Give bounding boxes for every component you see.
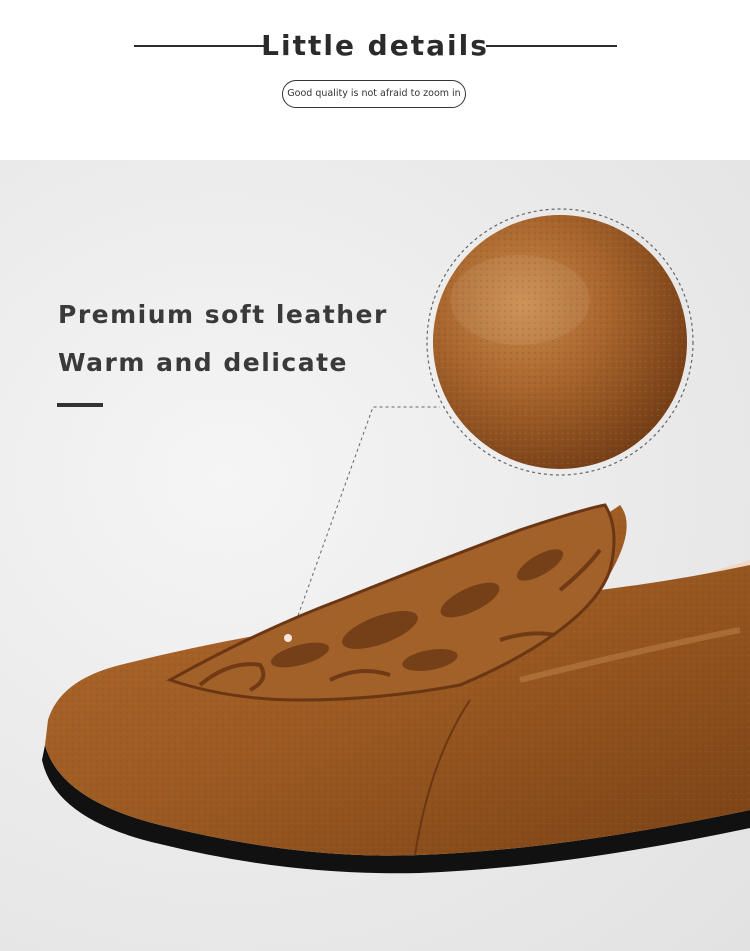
- title-rule-right: [486, 45, 617, 47]
- leather-zoom-circle: [426, 208, 694, 476]
- shoe-illustration: [42, 208, 750, 874]
- product-detail-stage: Premium soft leather Warm and delicate: [0, 160, 750, 951]
- section-header: Little details Good quality is not afrai…: [0, 0, 750, 160]
- section-title: Little details: [261, 29, 489, 62]
- zoom-subtitle-badge: Good quality is not afraid to zoom in: [282, 80, 466, 108]
- highlight-dot: [284, 634, 292, 642]
